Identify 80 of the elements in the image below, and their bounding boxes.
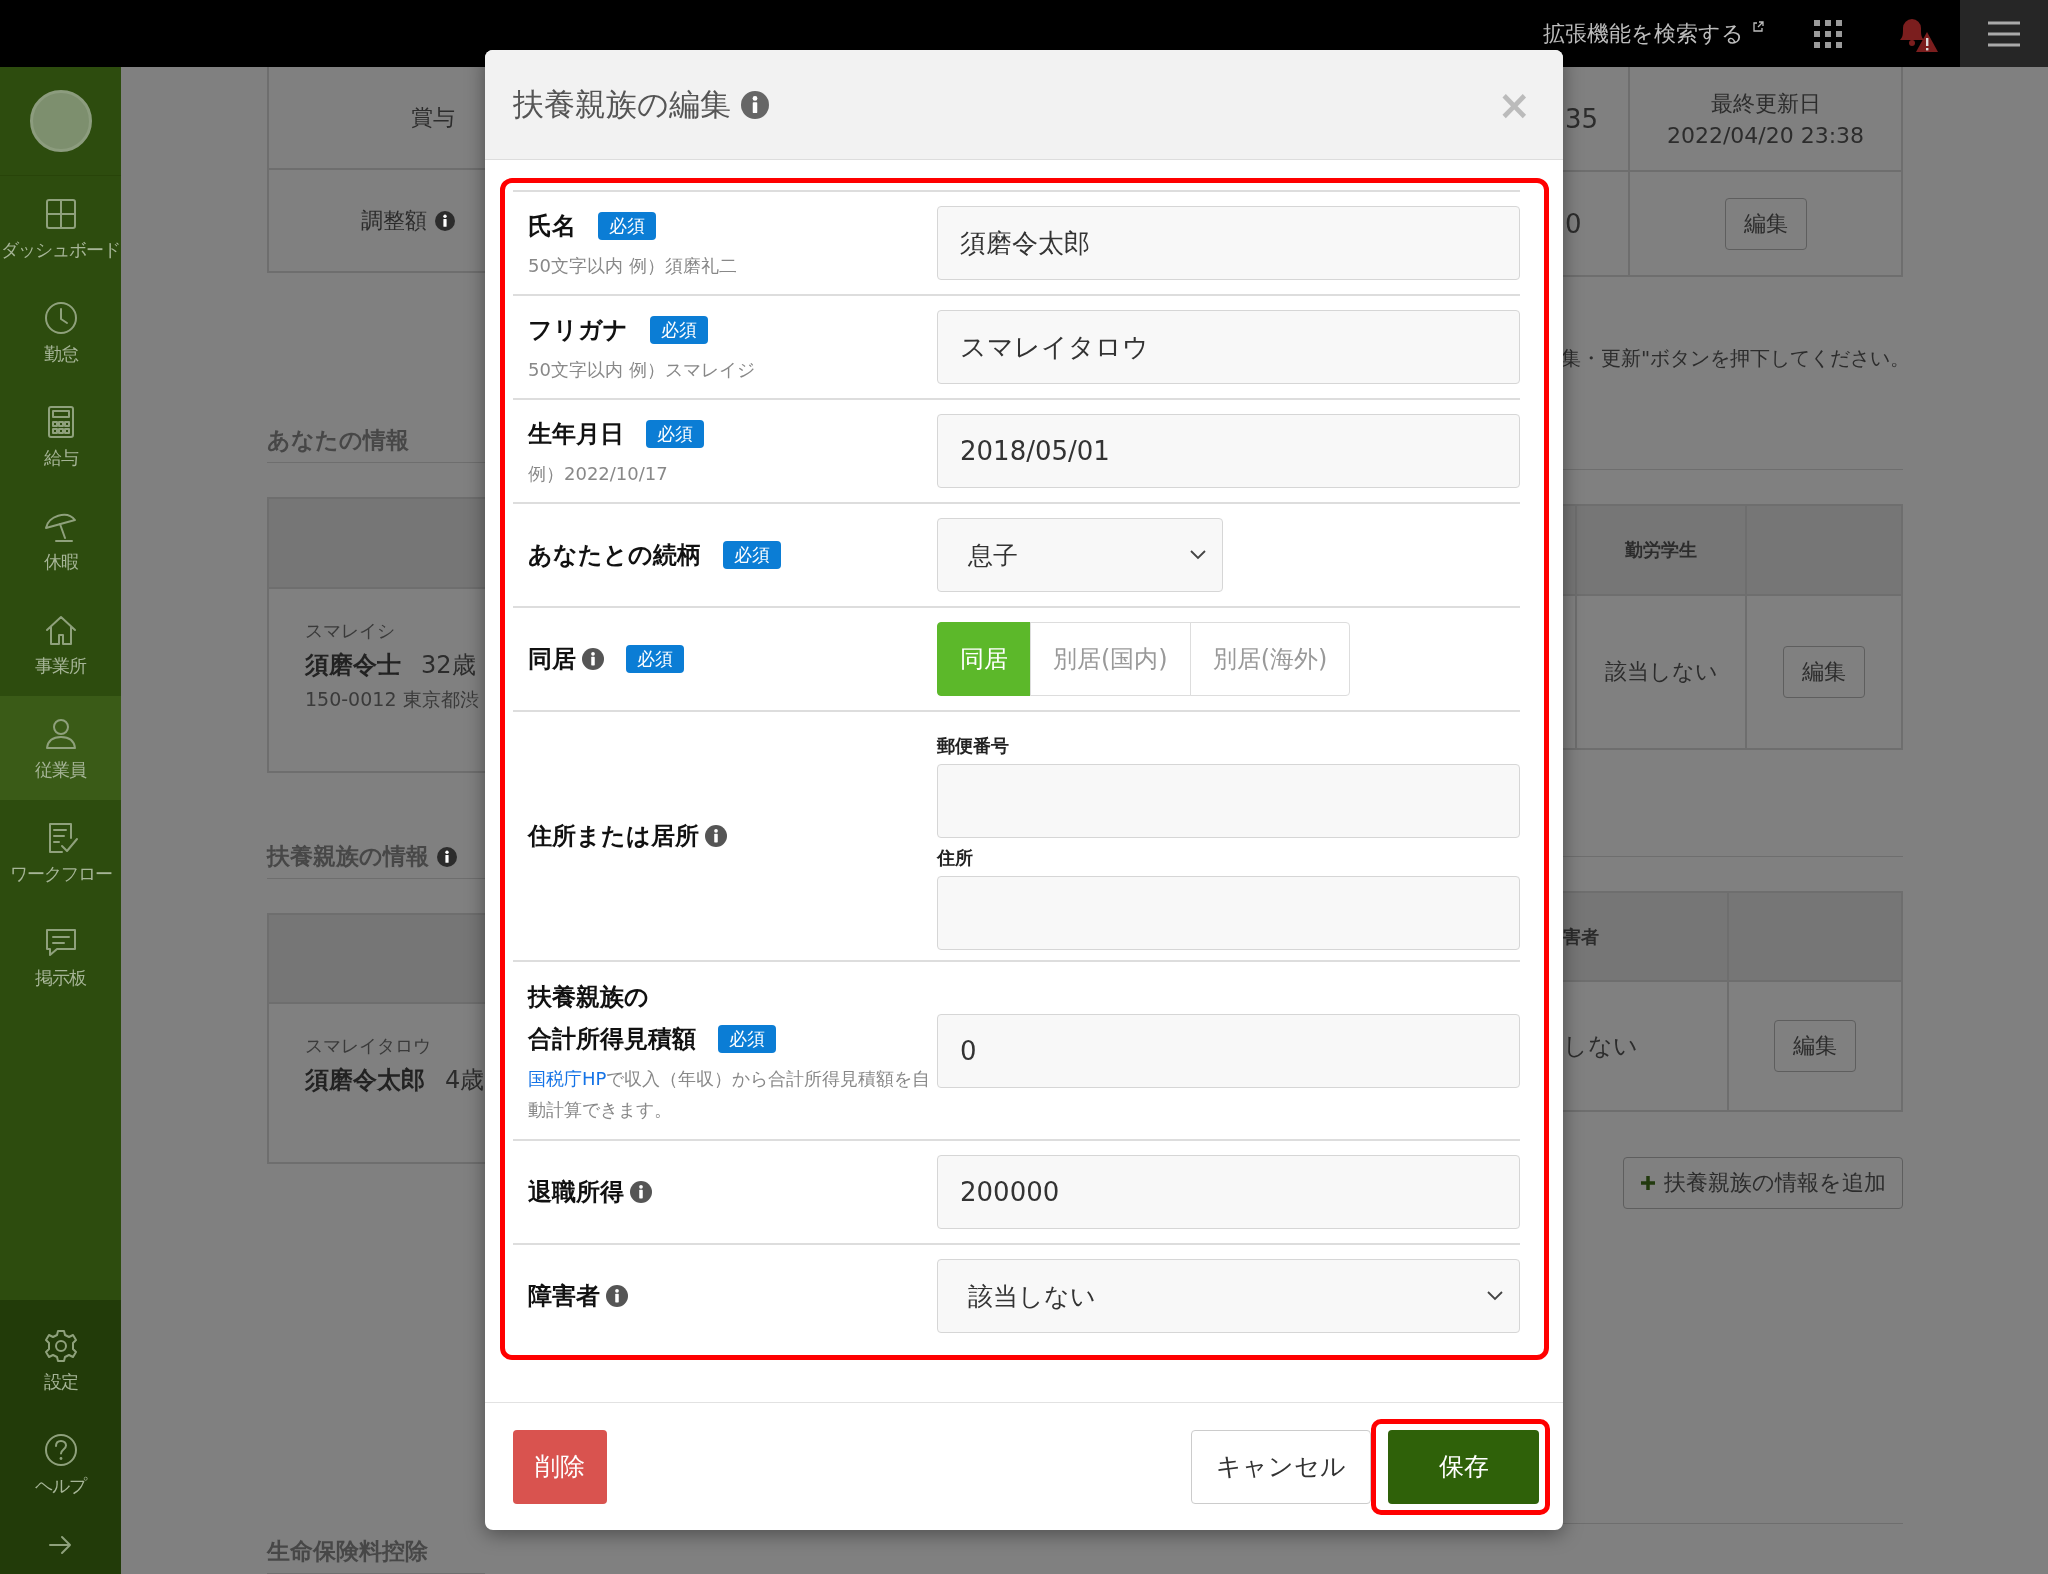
save-button[interactable]: 保存: [1388, 1429, 1539, 1504]
text-field[interactable]: スマレイタロウ: [937, 310, 1520, 384]
required-badge: 必須: [626, 645, 684, 673]
sidebar-item[interactable]: 給与: [0, 384, 121, 488]
sidebar-item[interactable]: 掲示板: [0, 904, 121, 1008]
delete-button[interactable]: 削除: [513, 1429, 607, 1504]
field-label: 同居: [528, 645, 576, 673]
segment-option[interactable]: 別居(国内): [1030, 622, 1191, 696]
chevron-down-icon: [1487, 1291, 1503, 1301]
person-age: 32歳: [421, 650, 476, 682]
field-label: 住所または居所: [528, 822, 699, 850]
sidebar-item[interactable]: 従業員: [0, 696, 121, 800]
sidebar-item[interactable]: 休暇: [0, 488, 121, 592]
edit-button[interactable]: 編集: [1774, 1020, 1856, 1072]
sidebar-item[interactable]: ワークフロー: [0, 800, 121, 904]
required-badge: 必須: [646, 419, 704, 448]
text-field[interactable]: 0: [937, 1013, 1520, 1088]
table-cell: 35: [1565, 103, 1599, 134]
updated-date: 2022/04/20 23:38: [1666, 123, 1865, 148]
edit-button[interactable]: 編集: [1783, 646, 1865, 698]
help-text: 50文字以内 例）スマレイジ: [528, 357, 756, 382]
field-label: フリガナ: [528, 315, 628, 344]
edit-button[interactable]: 編集: [1724, 197, 1807, 250]
required-badge: 必須: [598, 211, 656, 240]
dialog-title: 扶養親族の編集: [513, 84, 731, 124]
notice-text: 集・更新"ボタンを押下してください。: [1561, 344, 1911, 372]
cancel-button[interactable]: キャンセル: [1191, 1429, 1371, 1504]
required-badge: 必須: [650, 315, 708, 344]
row-label: 調整額: [361, 206, 427, 235]
sidebar-item[interactable]: ダッシュボード: [0, 176, 121, 280]
table-cell-text: しない: [1563, 1031, 1638, 1062]
field-label: 生年月日: [528, 419, 624, 448]
column-header: 勤労学生: [1625, 538, 1697, 562]
select-field[interactable]: 該当しない: [937, 1259, 1520, 1333]
help-text: 例）2022/10/17: [528, 461, 669, 486]
chevron-down-icon: [1190, 550, 1206, 560]
field-label: 氏名: [528, 211, 576, 240]
required-badge: 必須: [718, 1024, 776, 1053]
section-heading: あなたの情報: [267, 425, 409, 455]
text-field[interactable]: 2018/05/01: [937, 414, 1520, 488]
segment-option[interactable]: 同居: [937, 622, 1031, 696]
updated-label: 最終更新日: [1710, 90, 1821, 118]
text-field[interactable]: [937, 876, 1520, 950]
name-reading: スマレイタロウ: [305, 1034, 432, 1059]
plus-icon: [1640, 1175, 1656, 1191]
menu-icon: [1988, 20, 2020, 47]
field-label: 住所: [937, 846, 974, 870]
field-label: 障害者: [528, 1282, 600, 1310]
sidebar-item[interactable]: ヘルプ: [0, 1412, 121, 1516]
row-label: 賞与: [411, 103, 455, 132]
field-label: 郵便番号: [937, 734, 1010, 758]
table-cell-text: 該当しない: [1604, 658, 1718, 686]
text-field[interactable]: [937, 764, 1520, 838]
add-dependent-button[interactable]: 扶養親族の情報を追加: [1623, 1157, 1903, 1209]
person-name: 須磨令士: [305, 650, 401, 682]
sidebar-item[interactable]: 事業所: [0, 592, 121, 696]
external-link-icon: [1752, 20, 1764, 33]
section-heading: 生命保険料控除: [267, 1536, 428, 1566]
select-field[interactable]: 息子: [937, 518, 1223, 592]
person-name: 須磨令太郎: [305, 1065, 425, 1097]
sidebar-item[interactable]: 勤怠: [0, 280, 121, 384]
apps-grid-icon: [1814, 19, 1842, 48]
help-text: 50文字以内 例）須磨礼二: [528, 253, 738, 278]
person-age: 4歳: [445, 1065, 485, 1097]
text-field[interactable]: 200000: [937, 1155, 1520, 1229]
segment-option[interactable]: 別居(海外): [1189, 622, 1351, 696]
required-badge: 必須: [723, 541, 781, 569]
section-heading: 扶養親族の情報: [267, 842, 429, 872]
table-cell: 0: [1565, 208, 1582, 239]
text-field[interactable]: 須磨令太郎: [937, 206, 1520, 280]
help-text: 国税庁HPで収入（年収）から合計所得見積額を自動計算できます。: [528, 1066, 932, 1122]
field-label: あなたとの続柄: [528, 541, 701, 569]
tax-agency-link[interactable]: 国税庁HP: [528, 1067, 607, 1089]
column-header: 害者: [1563, 924, 1599, 949]
extension-search-link[interactable]: 拡張機能を検索する: [1543, 18, 1744, 49]
name-reading: スマレイシ: [305, 619, 396, 644]
field-label: 退職所得: [528, 1178, 624, 1206]
person-address: 150-0012 東京都渋: [305, 687, 480, 713]
sidebar-item[interactable]: 設定: [0, 1308, 121, 1412]
field-label: 扶養親族の 合計所得見積額: [528, 982, 696, 1053]
